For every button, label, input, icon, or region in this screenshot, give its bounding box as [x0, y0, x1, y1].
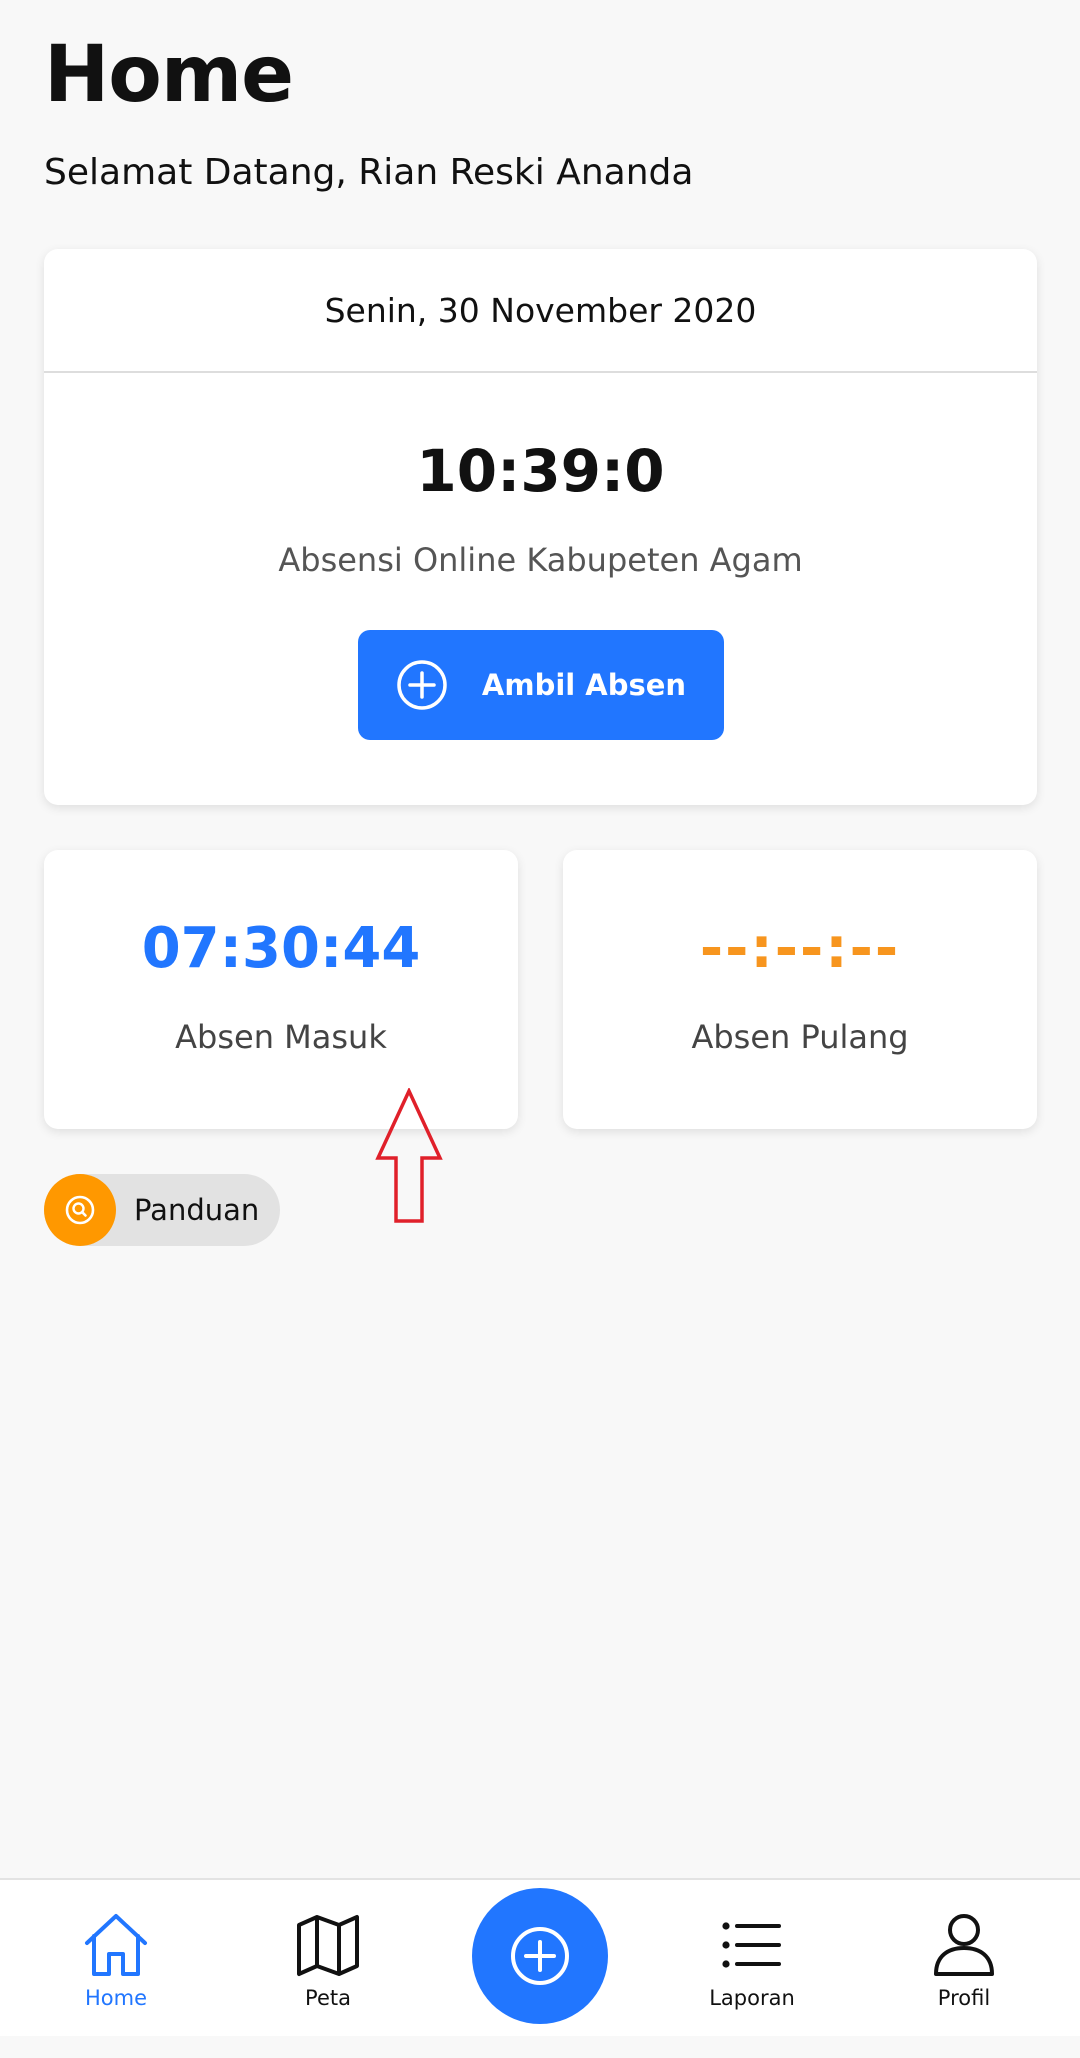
take-attendance-button[interactable]: Ambil Absen: [358, 630, 724, 740]
user-icon: [934, 1914, 994, 1976]
guide-icon-circle: [44, 1174, 116, 1246]
current-clock: 10:39:0: [416, 437, 665, 505]
check-in-time: 07:30:44: [141, 916, 421, 981]
nav-item-home[interactable]: Home: [36, 1910, 196, 2010]
nav-item-peta[interactable]: Peta: [248, 1910, 408, 2010]
check-out-time: --:--:--: [699, 916, 901, 981]
map-icon: [297, 1915, 359, 1976]
system-bottom-strip: [0, 2036, 1080, 2058]
fab-add-button[interactable]: [472, 1888, 608, 2024]
list-icon: [722, 1922, 781, 1968]
check-in-card[interactable]: 07:30:44 Absen Masuk: [44, 850, 518, 1129]
nav-item-laporan[interactable]: Laporan: [672, 1910, 832, 2010]
current-date: Senin, 30 November 2020: [44, 249, 1037, 373]
nav-label-peta: Peta: [305, 1986, 351, 2010]
check-in-label: Absen Masuk: [175, 1018, 387, 1056]
search-icon: [65, 1195, 95, 1225]
nav-item-profil[interactable]: Profil: [884, 1910, 1044, 2010]
add-circle-icon: [511, 1927, 569, 1985]
plus-circle-icon: [397, 660, 447, 710]
guide-button[interactable]: Panduan: [44, 1174, 280, 1246]
check-out-label: Absen Pulang: [691, 1018, 909, 1056]
nav-label-profil: Profil: [937, 1986, 991, 2010]
attendance-main-card: Senin, 30 November 2020 10:39:0 Absensi …: [44, 249, 1037, 805]
nav-label-home: Home: [84, 1986, 147, 2010]
red-arrow-up-icon: [375, 1088, 443, 1223]
welcome-text: Selamat Datang, Rian Reski Ananda: [44, 152, 694, 193]
nav-label-laporan: Laporan: [709, 1986, 795, 2010]
check-out-card[interactable]: --:--:-- Absen Pulang: [563, 850, 1037, 1129]
guide-label: Panduan: [134, 1193, 260, 1227]
page-title: Home: [44, 30, 294, 120]
home-icon: [85, 1914, 147, 1976]
take-attendance-label: Ambil Absen: [481, 668, 687, 702]
app-name-label: Absensi Online Kabupeten Agam: [278, 541, 803, 579]
